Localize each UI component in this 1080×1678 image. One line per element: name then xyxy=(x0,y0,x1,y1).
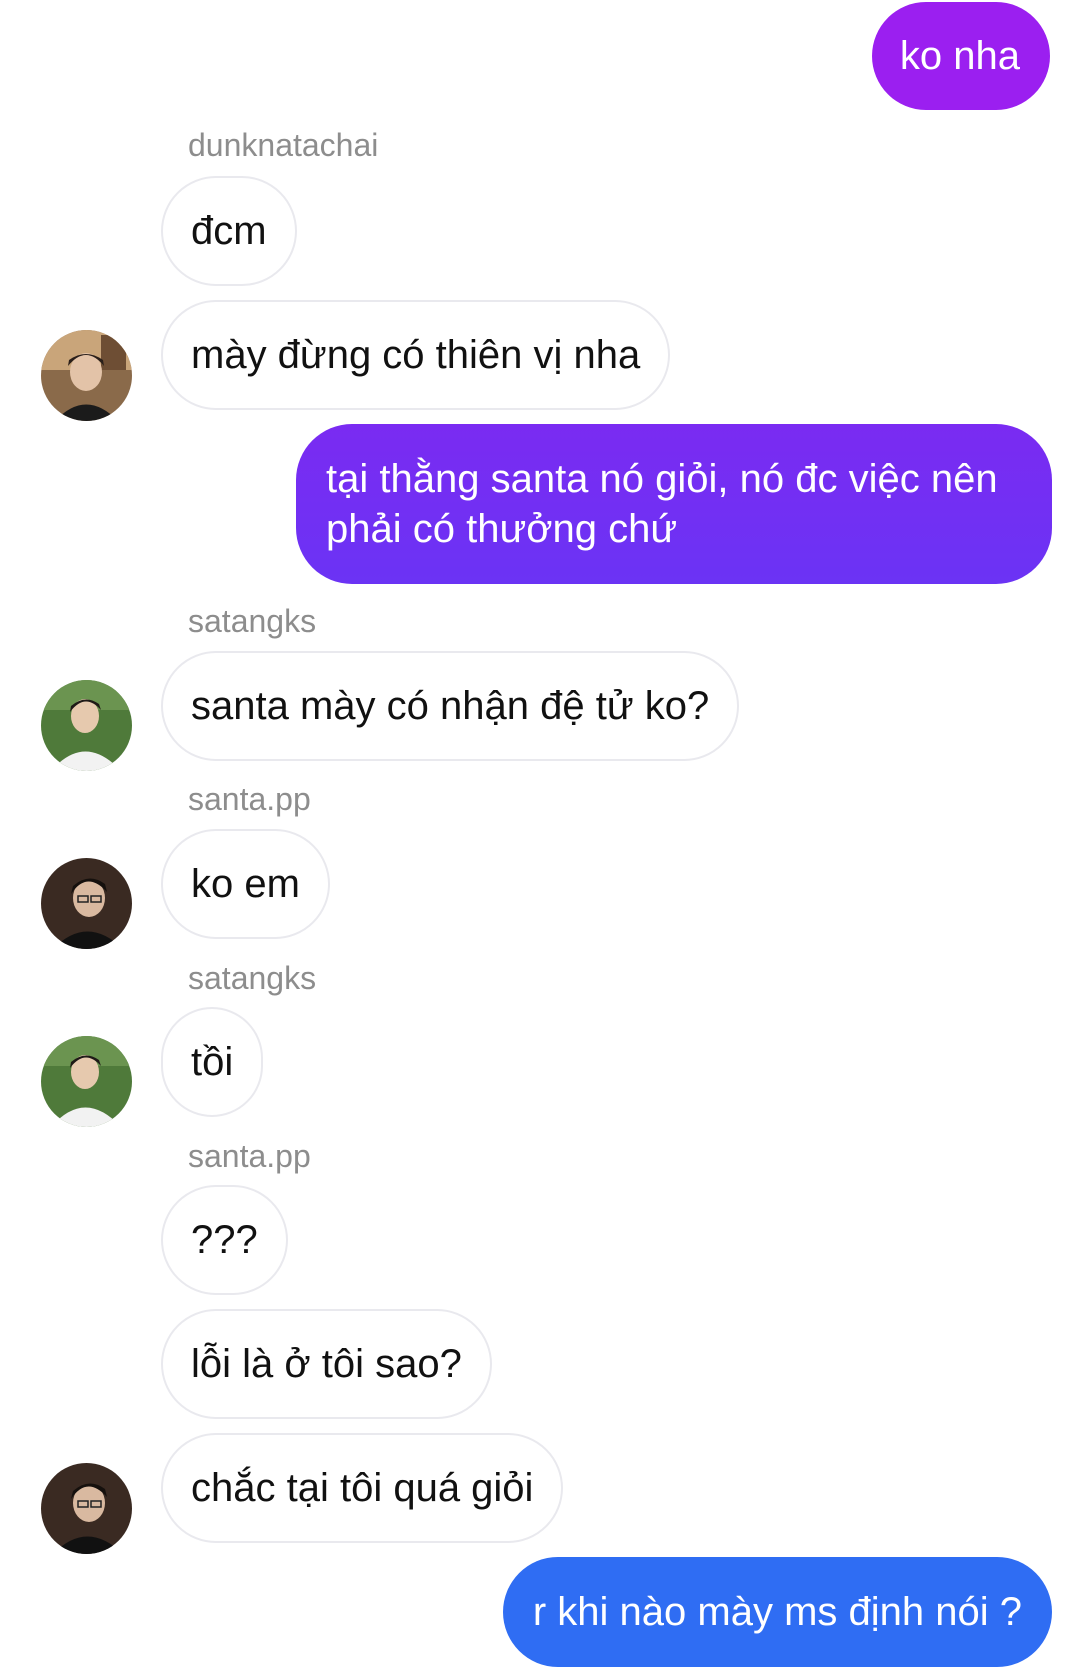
incoming-message[interactable]: đcm xyxy=(161,176,297,286)
sender-name: dunknatachai xyxy=(188,127,379,163)
incoming-message[interactable]: ko em xyxy=(161,829,330,939)
incoming-message[interactable]: ??? xyxy=(161,1185,288,1295)
outgoing-message[interactable]: tại thằng santa nó giỏi, nó đc việc nên … xyxy=(296,424,1052,584)
message-text: tại thằng santa nó giỏi, nó đc việc nên … xyxy=(326,457,998,551)
message-text: ko nha xyxy=(899,34,1020,78)
message-text: ??? xyxy=(191,1218,258,1262)
sender-name: satangks xyxy=(188,603,317,639)
outgoing-message[interactable]: r khi nào mày ms định nói ? xyxy=(502,1557,1052,1667)
avatar-dunknatachai[interactable] xyxy=(41,330,132,421)
message-text: santa mày có nhận đệ tử ko? xyxy=(191,684,710,728)
avatar-santa[interactable] xyxy=(41,1463,132,1554)
message-text: đcm xyxy=(191,209,267,253)
incoming-message[interactable]: tồi xyxy=(161,1007,264,1117)
message-text: ko em xyxy=(191,862,300,906)
message-text: mày đừng có thiên vị nha xyxy=(191,333,641,377)
incoming-message[interactable]: lỗi là ở tôi sao? xyxy=(161,1309,492,1419)
message-text: lỗi là ở tôi sao? xyxy=(191,1342,462,1386)
incoming-message[interactable]: chắc tại tôi quá giỏi xyxy=(161,1433,564,1543)
outgoing-message[interactable]: ko nha xyxy=(871,2,1050,110)
avatar-satangks[interactable] xyxy=(41,680,132,771)
avatar-satangks[interactable] xyxy=(41,1036,132,1127)
sender-name: satangks xyxy=(188,960,317,996)
incoming-message[interactable]: santa mày có nhận đệ tử ko? xyxy=(161,651,740,761)
sender-name: santa.pp xyxy=(188,781,311,817)
sender-name: santa.pp xyxy=(188,1138,311,1174)
chat-thread: ko nha dunknatachai đcm mày đừng có thiê… xyxy=(0,0,1080,1678)
avatar-santa[interactable] xyxy=(41,858,132,949)
message-text: tồi xyxy=(191,1040,234,1084)
message-text: chắc tại tôi quá giỏi xyxy=(191,1466,534,1510)
message-text: r khi nào mày ms định nói ? xyxy=(532,1590,1022,1634)
incoming-message[interactable]: mày đừng có thiên vị nha xyxy=(161,300,671,410)
